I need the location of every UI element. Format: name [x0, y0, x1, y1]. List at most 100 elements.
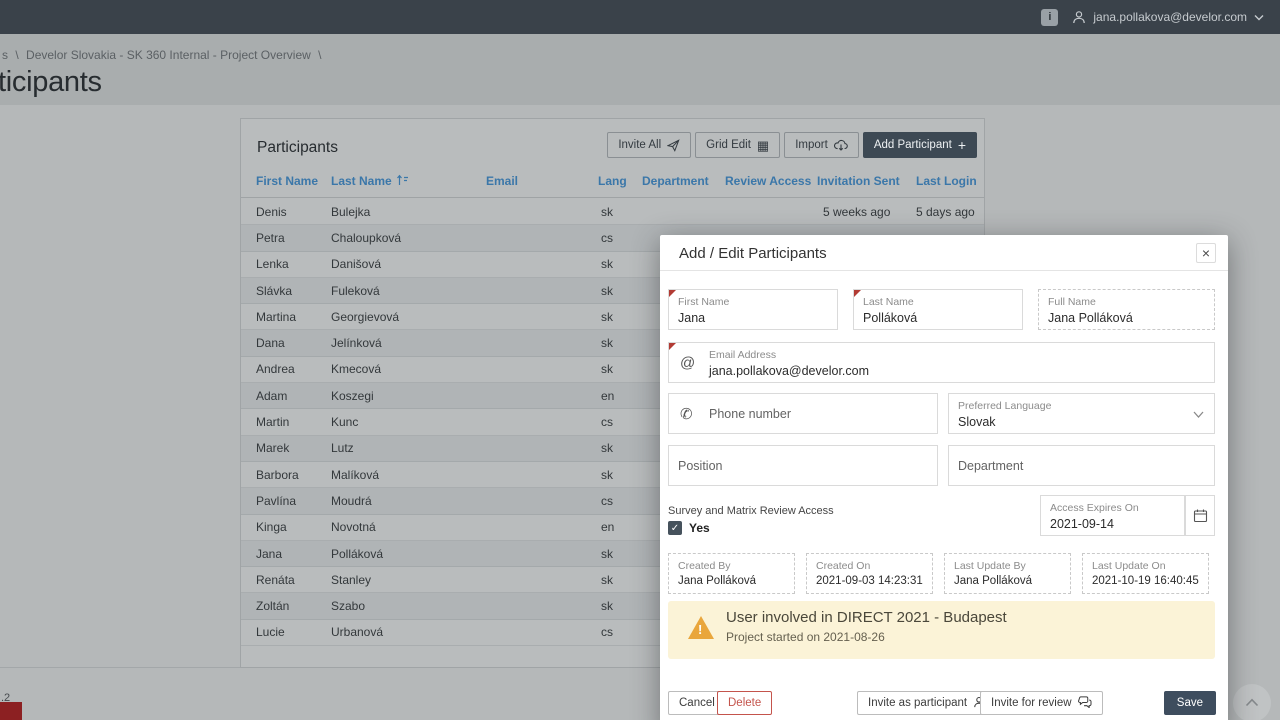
cell-first-name: Andrea	[256, 362, 331, 376]
created-on-field: Created On 2021-09-03 14:23:31	[806, 553, 933, 594]
first-name-field[interactable]: First Name Jana	[668, 289, 838, 330]
cell-first-name: Renáta	[256, 573, 331, 587]
scroll-to-top-button[interactable]	[1233, 684, 1271, 720]
invite-for-review-button[interactable]: Invite for review	[980, 691, 1103, 715]
chevron-down-icon	[1254, 14, 1264, 21]
last-name-value: Polláková	[863, 311, 1013, 325]
full-name-value: Jana Polláková	[1048, 311, 1205, 325]
invite-all-button[interactable]: Invite All	[607, 132, 691, 158]
preferred-language-select[interactable]: Preferred Language Slovak	[948, 393, 1215, 434]
breadcrumb[interactable]: s \ Develor Slovakia - SK 360 Internal -…	[2, 48, 326, 62]
cell-last-name: Szabo	[331, 599, 486, 613]
chat-bubbles-icon	[1078, 696, 1092, 711]
created-by-label: Created By	[678, 559, 785, 573]
cell-lang: cs	[598, 494, 642, 508]
cell-last-name: Polláková	[331, 547, 486, 561]
last-update-by-field: Last Update By Jana Polláková	[944, 553, 1071, 594]
cell-last-name: Kmecová	[331, 362, 486, 376]
cell-first-name: Dana	[256, 336, 331, 350]
breadcrumb-path[interactable]: Develor Slovakia - SK 360 Internal - Pro…	[26, 48, 311, 62]
last-update-on-value: 2021-10-19 16:40:45	[1092, 575, 1199, 587]
import-button[interactable]: Import	[784, 132, 859, 158]
page-header-band: s \ Develor Slovakia - SK 360 Internal -…	[0, 34, 1280, 105]
last-update-by-label: Last Update By	[954, 559, 1061, 573]
grid-edit-button[interactable]: Grid Edit ▦	[695, 132, 780, 158]
access-expires-field[interactable]: Access Expires On 2021-09-14	[1040, 495, 1185, 536]
calendar-icon[interactable]	[1185, 495, 1215, 536]
created-on-label: Created On	[816, 559, 923, 573]
breadcrumb-separator: \	[318, 48, 321, 62]
column-email[interactable]: Email	[486, 174, 598, 188]
table-row[interactable]: Denis Bulejka sk 5 weeks ago 5 days ago	[241, 199, 984, 225]
phone-icon: ✆	[680, 405, 693, 423]
cell-lang: sk	[598, 310, 642, 324]
access-expires-label: Access Expires On	[1050, 501, 1175, 515]
department-field[interactable]: Department	[948, 445, 1215, 486]
phone-placeholder: Phone number	[709, 407, 791, 421]
delete-label: Delete	[728, 697, 761, 709]
user-menu[interactable]: jana.pollakova@develor.com	[1072, 10, 1264, 24]
add-edit-participants-modal: Add / Edit Participants × First Name Jan…	[660, 235, 1228, 720]
cell-lang: sk	[598, 362, 642, 376]
cell-first-name: Slávka	[256, 284, 331, 298]
cell-last-name: Stanley	[331, 573, 486, 587]
invite-as-participant-label: Invite as participant	[868, 697, 967, 709]
cell-lang: sk	[598, 441, 642, 455]
first-name-label: First Name	[678, 295, 828, 309]
column-lang[interactable]: Lang	[598, 174, 642, 188]
cell-last-name: Chaloupková	[331, 231, 486, 245]
last-name-label: Last Name	[863, 295, 1013, 309]
column-first-name[interactable]: First Name	[256, 174, 331, 188]
page-title: ticipants	[0, 66, 102, 99]
save-label: Save	[1177, 697, 1203, 709]
column-department[interactable]: Department	[642, 174, 725, 188]
modal-header: Add / Edit Participants ×	[660, 235, 1228, 271]
position-field[interactable]: Position	[668, 445, 938, 486]
cell-last-login: 5 days ago	[916, 205, 984, 219]
column-invitation-sent[interactable]: Invitation Sent	[817, 174, 916, 188]
cell-first-name: Jana	[256, 547, 331, 561]
cell-lang: sk	[598, 257, 642, 271]
warning-subtitle: Project started on 2021-08-26	[726, 630, 885, 644]
breadcrumb-fragment: s	[2, 48, 8, 62]
phone-field[interactable]: ✆ Phone number	[668, 393, 938, 434]
cell-first-name: Kinga	[256, 520, 331, 534]
breadcrumb-separator: \	[15, 48, 18, 62]
email-value: jana.pollakova@develor.com	[709, 364, 1205, 378]
column-review-access[interactable]: Review Access	[725, 174, 817, 188]
invite-as-participant-button[interactable]: Invite as participant	[857, 691, 996, 715]
warning-banner: User involved in DIRECT 2021 - Budapest …	[668, 601, 1215, 659]
cell-first-name: Lucie	[256, 625, 331, 639]
cell-last-name: Lutz	[331, 441, 486, 455]
email-field[interactable]: @ Email Address jana.pollakova@develor.c…	[668, 342, 1215, 383]
add-participant-label: Add Participant	[874, 139, 952, 151]
department-placeholder: Department	[958, 459, 1023, 473]
column-last-name[interactable]: Last Name	[331, 174, 486, 189]
at-icon: @	[680, 354, 695, 371]
review-access-checkbox-row[interactable]: ✓ Yes	[668, 521, 710, 535]
cell-last-name: Koszegi	[331, 389, 486, 403]
cell-lang: en	[598, 520, 642, 534]
preferred-language-label: Preferred Language	[958, 399, 1205, 413]
close-icon[interactable]: ×	[1196, 243, 1216, 263]
first-name-value: Jana	[678, 311, 828, 325]
chevron-up-icon	[1245, 694, 1259, 712]
info-icon[interactable]: i	[1041, 9, 1058, 26]
cell-first-name: Zoltán	[256, 599, 331, 613]
save-button[interactable]: Save	[1164, 691, 1216, 715]
paper-plane-icon	[667, 139, 680, 152]
cancel-label: Cancel	[679, 697, 715, 709]
cell-lang: cs	[598, 625, 642, 639]
user-email: jana.pollakova@develor.com	[1093, 10, 1247, 24]
add-participant-button[interactable]: Add Participant +	[863, 132, 977, 158]
delete-button[interactable]: Delete	[717, 691, 772, 715]
last-name-field[interactable]: Last Name Polláková	[853, 289, 1023, 330]
cell-first-name: Barbora	[256, 468, 331, 482]
checkbox-checked-icon[interactable]: ✓	[668, 521, 682, 535]
column-last-login[interactable]: Last Login	[916, 174, 986, 188]
cell-lang: sk	[598, 599, 642, 613]
cell-invitation-sent: 5 weeks ago	[817, 205, 916, 219]
cell-last-name: Georgievová	[331, 310, 486, 324]
created-on-value: 2021-09-03 14:23:31	[816, 575, 923, 587]
cell-lang: sk	[598, 547, 642, 561]
